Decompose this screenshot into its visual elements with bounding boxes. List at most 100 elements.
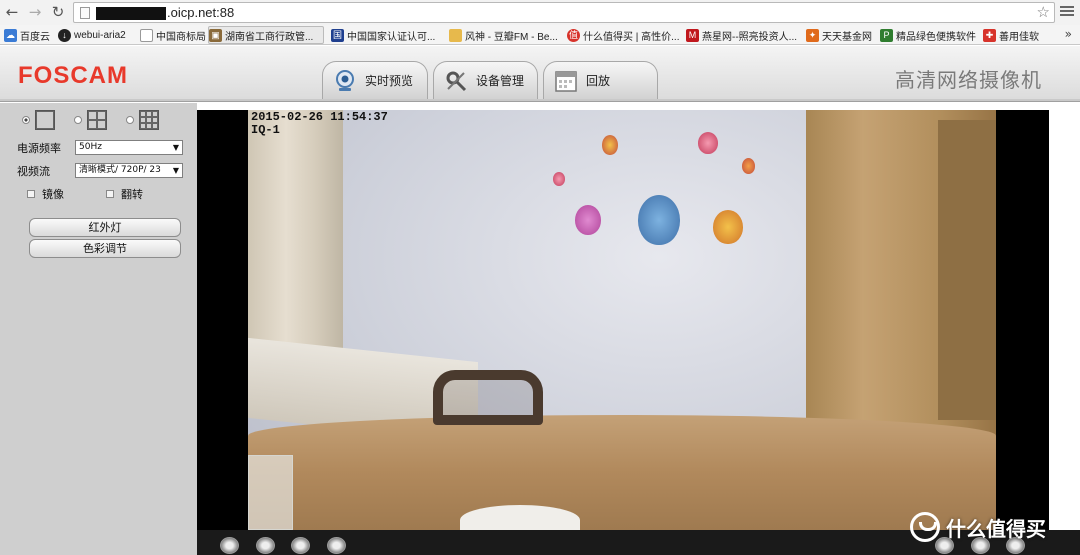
- watermark-text: 什么值得买: [946, 516, 1046, 541]
- balloon-sticker: [575, 205, 601, 235]
- power-frequency-select[interactable]: 50Hz ▼: [75, 140, 183, 155]
- balloon-sticker: [602, 135, 618, 155]
- app-title: 高清网络摄像机: [895, 68, 1042, 92]
- url-redacted: [96, 7, 166, 20]
- video-door-edge: [938, 120, 996, 420]
- balloon-sticker: [638, 195, 680, 245]
- app-header: FOSCAM 实时预览 设备管理 回放 高清网络摄像机: [0, 46, 1080, 99]
- flip-label: 翻转: [121, 188, 143, 201]
- single-view-icon: [35, 110, 55, 130]
- smzdm-icon: 值: [567, 28, 580, 42]
- fund-icon: ✦: [806, 28, 819, 42]
- tab-device-management[interactable]: 设备管理: [433, 61, 538, 99]
- flip-checkbox[interactable]: 翻转: [106, 186, 143, 202]
- bookmark-label: 风神 - 豆瓣FM - Be...: [465, 31, 558, 43]
- balloon-sticker: [742, 158, 755, 174]
- osd-camera-name: IQ-1: [251, 123, 280, 137]
- video-stream-select[interactable]: 清晰模式/ 720P/ 23 ▼: [75, 163, 183, 178]
- mirror-checkbox[interactable]: 镜像: [27, 186, 64, 202]
- video-teapot: [460, 505, 580, 530]
- nine-view-icon: [139, 110, 159, 130]
- address-bar[interactable]: .oicp.net:88 ☆: [73, 2, 1055, 23]
- layout-nine-radio[interactable]: [126, 116, 134, 124]
- layout-single-option[interactable]: [22, 110, 55, 130]
- bookmark-item[interactable]: ✚ 善用佳软: [983, 26, 1045, 44]
- tab-label: 设备管理: [476, 74, 525, 88]
- balloon-sticker: [713, 210, 743, 244]
- bookmark-label: 百度云: [20, 31, 50, 43]
- tools-icon: [444, 69, 468, 93]
- video-chair: [433, 370, 543, 425]
- folder-icon: [449, 28, 462, 42]
- tab-label: 回放: [586, 74, 611, 88]
- p-icon: P: [880, 28, 893, 42]
- dropdown-arrow-icon: ▼: [170, 164, 179, 177]
- bookmarks-bar: ☁ 百度云 ↓ webui-aria2 中国商标局 ▣ 湖南省工商行政管... …: [0, 25, 1080, 45]
- download-icon: ↓: [58, 28, 71, 42]
- cloud-icon: ☁: [4, 28, 17, 42]
- browser-toolbar: ← → ↻ .oicp.net:88 ☆: [0, 0, 1080, 25]
- power-frequency-label: 电源频率: [17, 142, 61, 155]
- checkbox-box[interactable]: [106, 190, 114, 198]
- control-panel: 电源频率 50Hz ▼ 视频流 清晰模式/ 720P/ 23 ▼ 镜像 翻转 红…: [0, 103, 197, 555]
- select-value: 50Hz: [79, 142, 102, 152]
- bookmark-item[interactable]: ☁ 百度云: [4, 26, 54, 44]
- balloon-sticker: [553, 172, 565, 186]
- cert-icon: 国: [331, 28, 344, 42]
- back-icon[interactable]: ←: [3, 3, 21, 21]
- more-bookmarks-icon[interactable]: »: [1065, 27, 1072, 41]
- layout-single-radio[interactable]: [22, 116, 30, 124]
- bookmark-item[interactable]: ✦ 天天基金网: [806, 26, 876, 44]
- video-jar: [248, 455, 293, 530]
- bookmark-item[interactable]: P 精品绿色便携软件: [880, 26, 976, 44]
- video-viewport[interactable]: 2015-02-26 11:54:37 IQ-1: [197, 110, 1049, 530]
- live-video-frame[interactable]: 2015-02-26 11:54:37 IQ-1: [248, 110, 996, 530]
- webcam-icon: [333, 69, 357, 93]
- bookmark-label: 中国国家认证认可...: [347, 31, 436, 43]
- osd-timestamp: 2015-02-26 11:54:37 IQ-1: [251, 111, 388, 137]
- audio-icon[interactable]: [327, 537, 346, 554]
- url-text: .oicp.net:88: [167, 5, 235, 20]
- play-icon[interactable]: [220, 537, 239, 554]
- layout-nine-option[interactable]: [126, 110, 159, 130]
- forward-icon[interactable]: →: [26, 3, 44, 21]
- mirror-label: 镜像: [42, 188, 64, 201]
- tab-playback[interactable]: 回放: [543, 61, 658, 99]
- select-value: 清晰模式/ 720P/ 23: [79, 165, 161, 175]
- bookmark-item[interactable]: 值 什么值得买 | 高性价...: [567, 26, 679, 44]
- smzdm-logo-icon: [910, 512, 940, 542]
- talk-icon[interactable]: [291, 537, 310, 554]
- color-adjust-button[interactable]: 色彩调节: [29, 239, 181, 258]
- bookmark-star-icon[interactable]: ☆: [1037, 3, 1050, 21]
- video-stream-label: 视频流: [17, 165, 50, 178]
- bookmark-item[interactable]: 中国商标局: [140, 26, 206, 44]
- bookmark-item[interactable]: M 燕星网--照亮投资人...: [686, 26, 798, 44]
- m-icon: M: [686, 28, 699, 42]
- infrared-button[interactable]: 红外灯: [29, 218, 181, 237]
- checkbox-box[interactable]: [27, 190, 35, 198]
- bookmark-label: 什么值得买 | 高性价...: [583, 31, 679, 43]
- page-icon: [140, 28, 153, 42]
- layout-quad-option[interactable]: [74, 110, 107, 130]
- bookmark-label: 精品绿色便携软件: [896, 31, 976, 43]
- dropdown-arrow-icon: ▼: [172, 143, 179, 152]
- bookmark-item[interactable]: ▣ 湖南省工商行政管...: [208, 26, 324, 44]
- menu-icon[interactable]: [1060, 4, 1074, 20]
- layout-quad-radio[interactable]: [74, 116, 82, 124]
- calendar-icon: [554, 69, 578, 93]
- balloon-sticker: [698, 132, 718, 154]
- gift-icon: ✚: [983, 28, 996, 42]
- bookmark-item[interactable]: ↓ webui-aria2: [58, 26, 132, 44]
- header-divider: [0, 99, 1080, 102]
- bookmark-item[interactable]: 国 中国国家认证认可...: [331, 26, 443, 44]
- bookmark-label: 善用佳软: [999, 31, 1039, 43]
- quad-view-icon: [87, 110, 107, 130]
- bookmark-item[interactable]: 风神 - 豆瓣FM - Be...: [449, 26, 561, 44]
- stop-icon[interactable]: [256, 537, 275, 554]
- page-icon: [80, 7, 90, 19]
- site-watermark: 什么值得买: [910, 512, 1046, 542]
- bookmark-label: 天天基金网: [822, 31, 872, 43]
- image-icon: ▣: [209, 28, 222, 42]
- reload-icon[interactable]: ↻: [49, 3, 67, 21]
- tab-live-preview[interactable]: 实时预览: [322, 61, 428, 99]
